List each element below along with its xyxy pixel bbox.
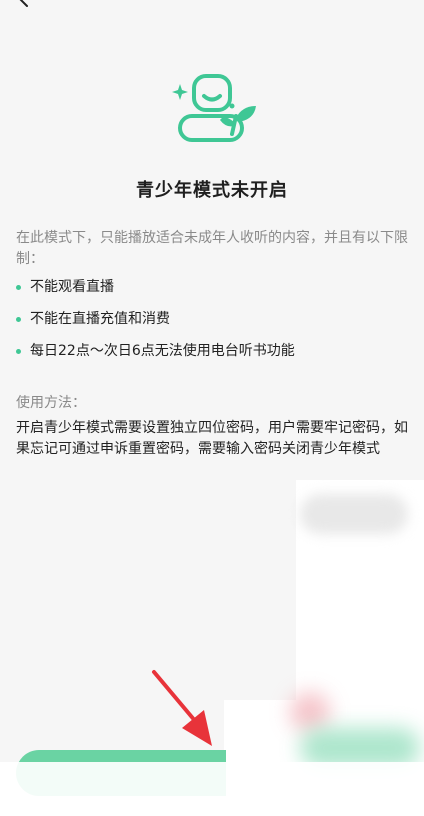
usage-text: 开启青少年模式需要设置独立四位密码，用户需要牢记密码，如果忘记可通过申诉重置密码… xyxy=(16,420,408,457)
page-title: 青少年模式未开启 xyxy=(136,180,288,201)
restriction-text: 不能观看直播 xyxy=(30,279,114,295)
chevron-left-icon xyxy=(19,0,28,7)
red-arrow-pointer-icon xyxy=(152,670,212,746)
bullet-dot-icon xyxy=(16,349,21,354)
teen-mode-page: 青少年模式未开启 在此模式下，只能播放适合未成年人收听的内容，并且有以下限制： … xyxy=(0,0,424,816)
back-button[interactable] xyxy=(12,0,36,10)
bullet-dot-icon xyxy=(16,285,21,290)
restriction-list: 不能观看直播 不能在直播充值和消费 每日22点～次日6点无法使用电台听书功能 xyxy=(16,276,408,372)
blurred-accent xyxy=(290,692,330,732)
usage-label: 使用方法： xyxy=(16,395,86,411)
mode-description: 在此模式下，只能播放适合未成年人收听的内容，并且有以下限制： xyxy=(16,230,408,267)
list-item: 不能在直播充值和消费 xyxy=(16,308,408,340)
bullet-dot-icon xyxy=(16,317,21,322)
teen-mode-sprout-icon xyxy=(172,74,256,142)
blurred-pill xyxy=(300,494,408,534)
list-item: 每日22点～次日6点无法使用电台听书功能 xyxy=(16,340,408,372)
bottom-overlay xyxy=(0,762,424,816)
restriction-text: 每日22点～次日6点无法使用电台听书功能 xyxy=(30,343,295,359)
list-item: 不能观看直播 xyxy=(16,276,408,308)
restriction-text: 不能在直播充值和消费 xyxy=(30,311,170,327)
